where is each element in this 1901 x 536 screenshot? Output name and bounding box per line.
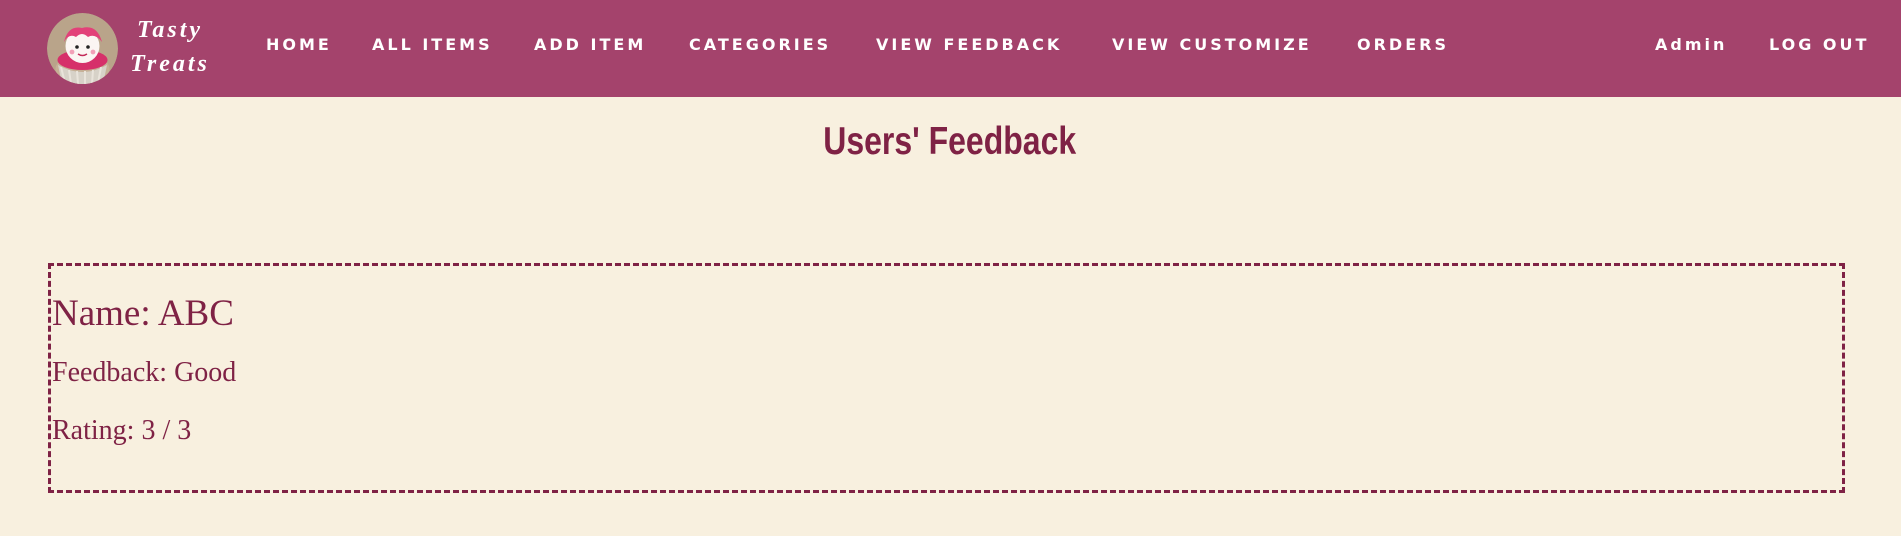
brand-name-line-1: Tasty	[136, 17, 204, 43]
page-title: Users' Feedback	[823, 120, 1077, 163]
feedback-rating: Rating: 3 / 3	[52, 415, 192, 446]
brand-name[interactable]: Tasty Treats	[124, 13, 216, 81]
nav-view-customize[interactable]: VIEW CUSTOMIZE	[1112, 34, 1312, 56]
nav-orders[interactable]: ORDERS	[1357, 34, 1449, 56]
brand-name-line-2: Treats	[130, 51, 210, 77]
brand-logo[interactable]	[47, 13, 118, 84]
nav-view-feedback[interactable]: VIEW FEEDBACK	[876, 34, 1062, 56]
feedback-text: Feedback: Good	[52, 357, 237, 388]
nav-home[interactable]: HOME	[266, 34, 332, 56]
nav-all-items[interactable]: ALL ITEMS	[372, 34, 493, 56]
nav-add-item[interactable]: ADD ITEM	[534, 34, 646, 56]
nav-admin[interactable]: Admin	[1655, 34, 1727, 56]
cupcake-logo-image	[47, 13, 118, 84]
feedback-card: Name: ABC Feedback: Good Rating: 3 / 3	[48, 263, 1845, 493]
logout-button[interactable]: LOG OUT	[1769, 34, 1869, 56]
feedback-user-name: Name: ABC	[52, 293, 234, 334]
navbar: Tasty Treats HOME ALL ITEMS ADD ITEM CAT…	[0, 0, 1901, 97]
nav-categories[interactable]: CATEGORIES	[689, 34, 831, 56]
